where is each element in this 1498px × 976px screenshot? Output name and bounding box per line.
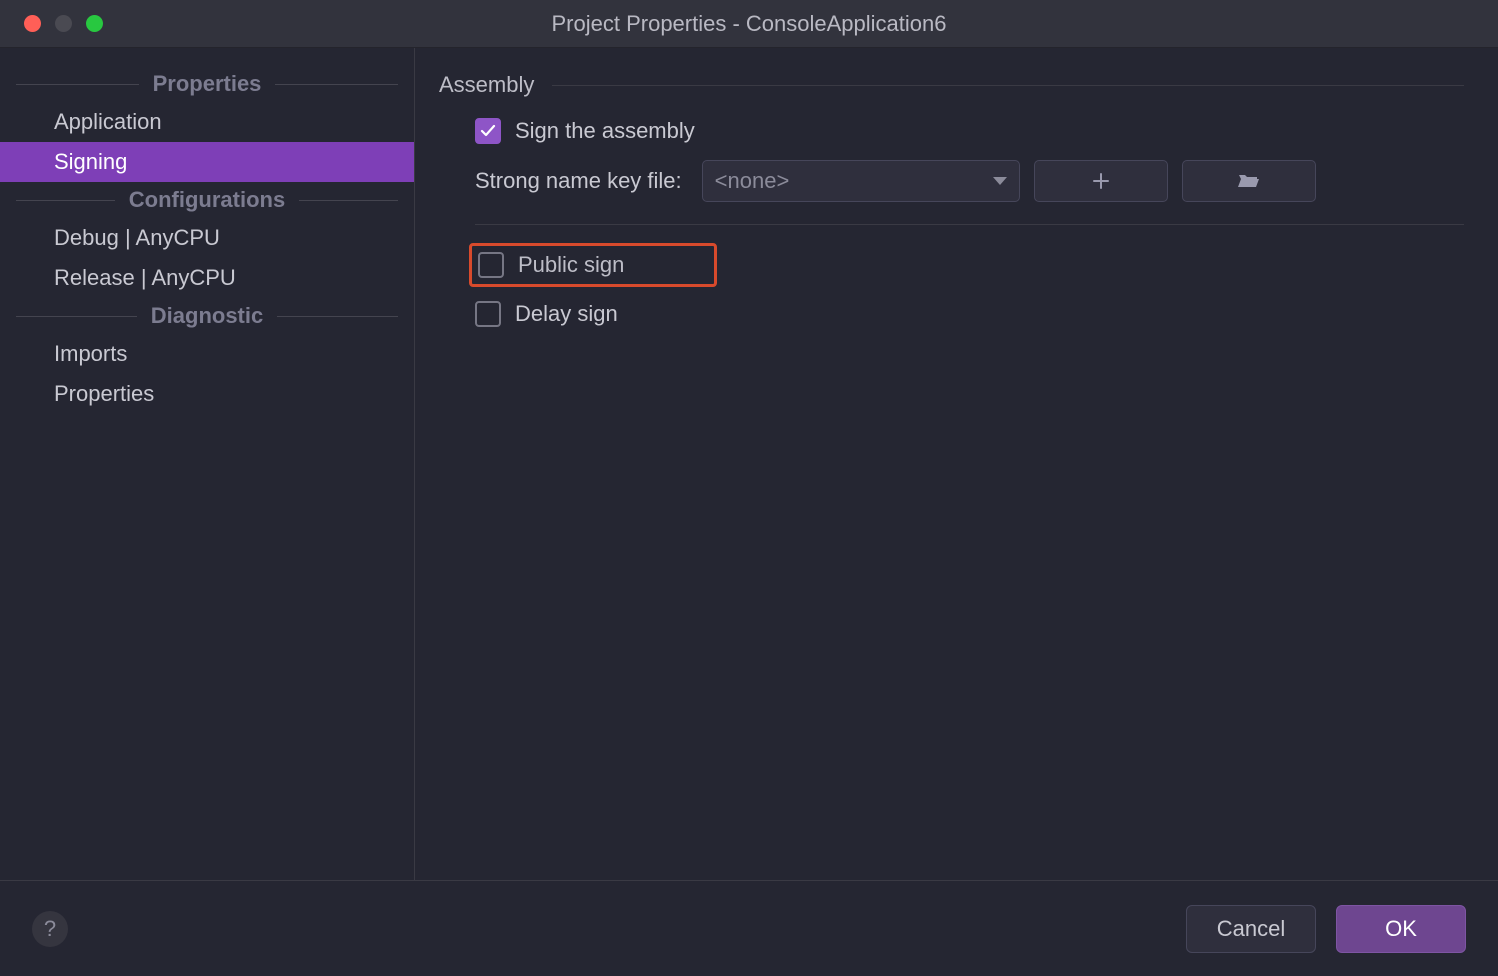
main-area: Properties Application Signing Configura… (0, 48, 1498, 880)
sidebar-item-imports[interactable]: Imports (0, 334, 414, 374)
delay-sign-row: Delay sign (439, 301, 1464, 327)
ok-button[interactable]: OK (1336, 905, 1466, 953)
chevron-down-icon (993, 177, 1007, 185)
window-title: Project Properties - ConsoleApplication6 (0, 11, 1498, 37)
sidebar-group-header-configurations: Configurations (0, 182, 414, 218)
key-file-label: Strong name key file: (475, 168, 682, 194)
sidebar: Properties Application Signing Configura… (0, 48, 415, 880)
cancel-button[interactable]: Cancel (1186, 905, 1316, 953)
traffic-lights (0, 15, 103, 32)
titlebar: Project Properties - ConsoleApplication6 (0, 0, 1498, 48)
browse-key-button[interactable] (1182, 160, 1316, 202)
public-sign-checkbox[interactable] (478, 252, 504, 278)
sidebar-item-properties[interactable]: Properties (0, 374, 414, 414)
sidebar-group-header-properties: Properties (0, 66, 414, 102)
public-sign-highlight: Public sign (469, 243, 717, 287)
check-icon (480, 123, 496, 139)
sign-assembly-label: Sign the assembly (515, 118, 695, 144)
sidebar-item-application[interactable]: Application (0, 102, 414, 142)
plus-icon (1091, 171, 1111, 191)
delay-sign-label: Delay sign (515, 301, 618, 327)
divider (475, 224, 1464, 225)
public-sign-label: Public sign (518, 252, 624, 278)
help-button[interactable]: ? (32, 911, 68, 947)
sidebar-group-header-diagnostic: Diagnostic (0, 298, 414, 334)
folder-open-icon (1237, 171, 1261, 191)
sidebar-group-label: Configurations (115, 187, 299, 213)
sign-assembly-row: Sign the assembly (439, 118, 1464, 144)
section-header: Assembly (439, 72, 1464, 98)
sidebar-item-release-anycpu[interactable]: Release | AnyCPU (0, 258, 414, 298)
sidebar-item-signing[interactable]: Signing (0, 142, 414, 182)
minimize-window-button[interactable] (55, 15, 72, 32)
key-file-row: Strong name key file: <none> (439, 160, 1464, 202)
content-panel: Assembly Sign the assembly Strong name k… (415, 48, 1498, 880)
sidebar-group-label: Properties (139, 71, 276, 97)
section-title: Assembly (439, 72, 552, 98)
footer-buttons: Cancel OK (1186, 905, 1466, 953)
key-file-dropdown[interactable]: <none> (702, 160, 1020, 202)
delay-sign-checkbox[interactable] (475, 301, 501, 327)
new-key-button[interactable] (1034, 160, 1168, 202)
close-window-button[interactable] (24, 15, 41, 32)
sidebar-item-debug-anycpu[interactable]: Debug | AnyCPU (0, 218, 414, 258)
maximize-window-button[interactable] (86, 15, 103, 32)
key-file-value: <none> (715, 168, 790, 194)
sign-assembly-checkbox[interactable] (475, 118, 501, 144)
sidebar-group-label: Diagnostic (137, 303, 277, 329)
footer: ? Cancel OK (0, 880, 1498, 976)
